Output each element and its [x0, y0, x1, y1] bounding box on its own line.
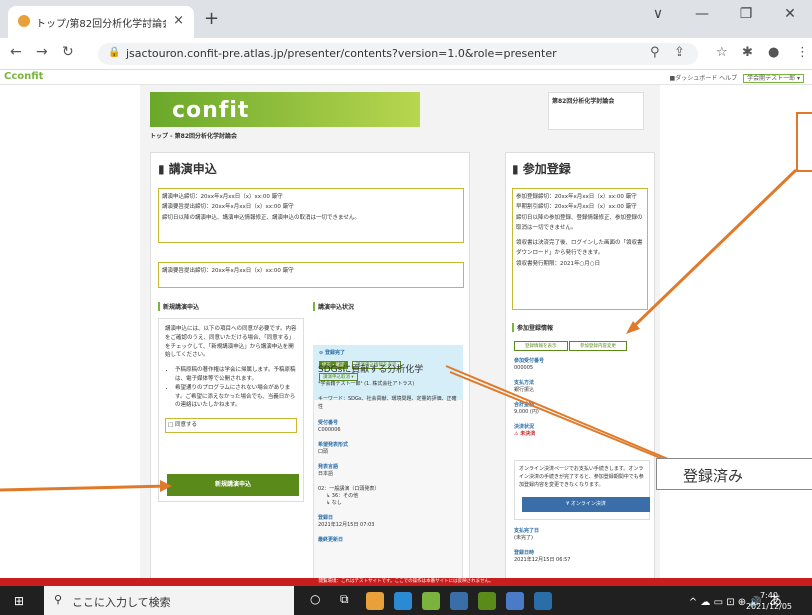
- callout-box-top-right: [796, 112, 812, 172]
- excel-icon[interactable]: [478, 592, 496, 610]
- app-icon-2[interactable]: [506, 592, 524, 610]
- app-icon-3[interactable]: [534, 592, 552, 610]
- arrow-head: [160, 480, 172, 492]
- folder-icon[interactable]: [450, 592, 468, 610]
- callout-registered: 登録済み: [656, 458, 812, 490]
- arrow-to-status-1: [445, 365, 681, 465]
- chrome-icon[interactable]: [366, 592, 384, 610]
- edge-icon[interactable]: [394, 592, 412, 610]
- cortana-icon[interactable]: ○: [310, 592, 328, 610]
- search-placeholder: ここに入力して検索: [72, 596, 171, 609]
- search-icon: ⚲: [54, 593, 63, 606]
- annotation-arrows: [0, 168, 798, 492]
- task-view-icon[interactable]: ⧉: [340, 592, 358, 610]
- clock[interactable]: 7:40 2021/12/05: [746, 590, 792, 612]
- arrow-to-registration-info: [628, 168, 798, 332]
- arrow-to-status-2: [449, 371, 691, 471]
- windows-start-icon[interactable]: ⊞: [14, 594, 24, 608]
- arrow-to-new-button: [0, 484, 169, 492]
- taskbar-search-input[interactable]: ⚲ ここに入力して検索: [44, 586, 294, 615]
- test-site-banner: 閲覧環境：これはテストサイトです。ここでの操作は本番サイトには反映されません。: [0, 578, 812, 586]
- windows-taskbar: ⊞ ⚲ ここに入力して検索 ○ ⧉ ^ ☁ ▭ ⊡ ⊕ 🔊 あ 7:40 202…: [0, 586, 812, 615]
- app-icon[interactable]: [422, 592, 440, 610]
